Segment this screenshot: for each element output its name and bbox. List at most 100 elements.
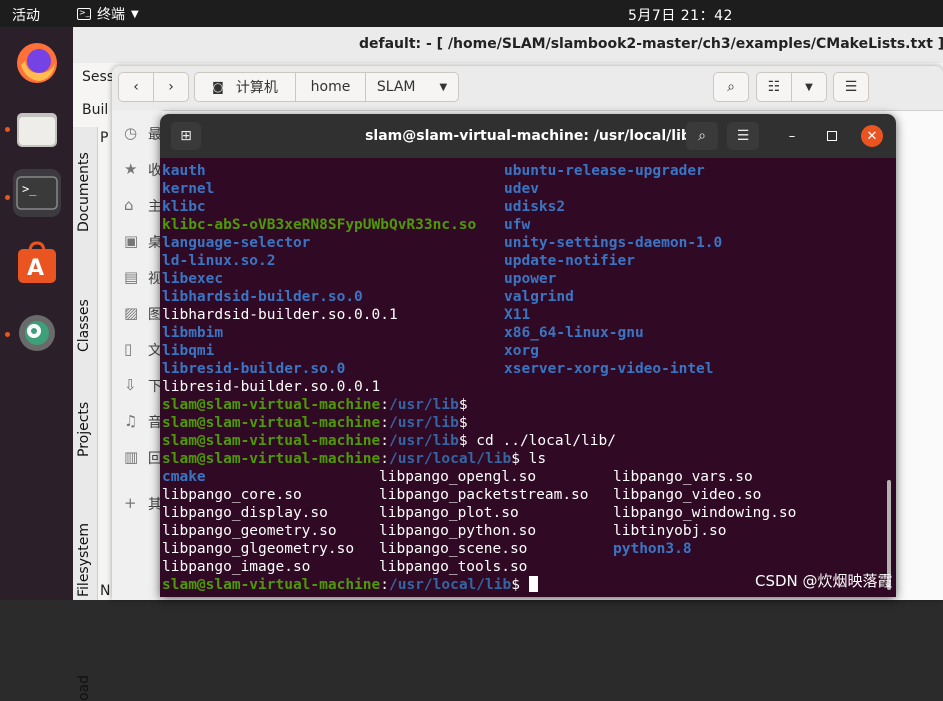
document-icon[interactable]: ▯ [124, 340, 132, 358]
prompt-sep: : [380, 415, 389, 431]
file-entry: libresid-builder.so.0 [162, 361, 346, 377]
ide-partial-n: N [100, 583, 111, 599]
output-line: libresid-builder.so.0 [162, 360, 345, 378]
output-line: libpango_display.so [162, 504, 328, 522]
recent-icon[interactable]: ◷ [124, 124, 137, 142]
file-entry: libqmi [162, 343, 215, 359]
star-icon[interactable]: ★ [124, 160, 137, 178]
files-icon[interactable] [13, 105, 61, 153]
prompt-path: /usr/local/lib [388, 451, 512, 467]
output-line: libqmi [162, 342, 214, 360]
breadcrumb-home[interactable]: home [295, 72, 366, 102]
output-line: libpango_plot.so [379, 504, 519, 522]
ide-title-bar[interactable]: default: - [ /home/SLAM/slambook2-master… [73, 27, 943, 63]
app-menu[interactable]: >_ 终端 ▼ [77, 4, 139, 24]
svg-text:A: A [27, 256, 44, 281]
maximize-icon [827, 131, 837, 141]
output-line: libpango_tools.so [379, 558, 527, 576]
prompt-sep: : [380, 397, 389, 413]
breadcrumb-computer[interactable]: ◙ 计算机 [194, 72, 296, 102]
back-button[interactable]: ‹ [118, 72, 154, 102]
output-line: libmbim [162, 324, 223, 342]
ide-title: default: - [ /home/SLAM/slambook2-master… [359, 36, 943, 52]
file-entry: x86_64-linux-gnu [504, 325, 644, 341]
output-line: x86_64-linux-gnu [504, 324, 644, 342]
music-icon[interactable]: ♫ [124, 412, 137, 430]
close-button[interactable]: ✕ [861, 125, 883, 147]
output-line: valgrind [504, 288, 574, 306]
file-entry: libpango_tools.so [379, 559, 528, 575]
close-icon: ✕ [866, 128, 878, 144]
file-entry: libpango_opengl.so [379, 469, 537, 485]
view-list-button[interactable]: ☷ [756, 72, 792, 102]
caret-down-icon: ▼ [439, 81, 448, 93]
vtab-projects[interactable]: Projects [76, 402, 92, 457]
file-entry: language-selector [162, 235, 311, 251]
terminal-output[interactable]: kauth kernel klibc klibc-abS-oVB3xeRN8SFypU… [160, 158, 896, 597]
download-icon[interactable]: ⇩ [124, 376, 137, 394]
trash-icon[interactable]: ▥ [124, 448, 138, 466]
terminal-header[interactable]: ⊞ slam@slam-virtual-machine: /usr/local/… [160, 114, 896, 158]
vtab-load[interactable]: oad [76, 675, 92, 701]
terminal-icon: >_ [77, 8, 91, 20]
desktop-icon[interactable]: ▣ [124, 232, 138, 250]
running-indicator [5, 127, 10, 132]
output-line: klibc-abS-oVB3xeRN8SFypUWbQvR33nc.so [162, 216, 476, 234]
output-line: libexec [162, 270, 223, 288]
ide-menu-session[interactable]: Sess [82, 69, 114, 85]
prompt-dollar: $ [458, 415, 468, 431]
firefox-icon[interactable] [13, 39, 61, 87]
chevron-left-icon: ‹ [133, 79, 139, 95]
settings-icon[interactable] [13, 309, 61, 357]
maximize-button[interactable] [821, 125, 843, 147]
output-line: ufw [504, 216, 530, 234]
output-line: ld-linux.so.2 [162, 252, 276, 270]
file-entry: upower [504, 271, 557, 287]
minimize-button[interactable]: – [781, 125, 803, 147]
prompt-line: slam@slam-virtual-machine:/usr/lib$ [162, 414, 468, 432]
output-line: ubuntu-release-upgrader [504, 162, 705, 180]
menu-button[interactable]: ☰ [727, 122, 759, 150]
home-icon[interactable]: ⌂ [124, 196, 134, 214]
file-entry: unity-settings-daemon-1.0 [504, 235, 723, 251]
vtab-filesystem[interactable]: Filesystem [76, 523, 92, 597]
file-entry: kernel [162, 181, 215, 197]
breadcrumb-slam[interactable]: SLAM ▼ [365, 72, 459, 102]
svg-text:>_: >_ [22, 182, 37, 196]
activities-button[interactable]: 活动 [12, 5, 40, 25]
file-entry: libhardsid-builder.so.0.0.1 [162, 307, 398, 323]
file-entry: xorg [504, 343, 539, 359]
picture-icon[interactable]: ▨ [124, 304, 138, 322]
output-line: python3.8 [613, 540, 692, 558]
hamburger-icon: ☰ [844, 79, 858, 95]
output-line: libpango_vars.so [613, 468, 753, 486]
software-icon[interactable]: A [13, 239, 61, 287]
search-icon: ⌕ [698, 128, 706, 144]
view-options-button[interactable]: ▼ [791, 72, 827, 102]
prompt-line: slam@slam-virtual-machine:/usr/local/lib… [162, 576, 538, 594]
file-entry: libexec [162, 271, 224, 287]
vtab-classes[interactable]: Classes [76, 299, 92, 352]
drive-icon: ◙ [212, 80, 224, 94]
file-entry: libpango_glgeometry.so [162, 541, 355, 557]
search-button[interactable]: ⌕ [713, 72, 749, 102]
file-entry: libpango_image.so [162, 559, 311, 575]
menu-button[interactable]: ☰ [833, 72, 869, 102]
file-entry: ufw [504, 217, 531, 233]
file-entry: cmake [162, 469, 206, 485]
output-line: libpango_opengl.so [379, 468, 536, 486]
vtab-documents[interactable]: Documents [76, 152, 92, 232]
file-entry: X11 [504, 307, 531, 323]
terminal-icon[interactable]: >_ [13, 169, 61, 217]
clock[interactable]: 5月7日 21：42 [628, 5, 733, 25]
file-manager-sidebar: ◷ 最 ★ 收 ⌂ 主 ▣ 桌 ▤ 视 ▨ 图 ▯ 文 ⇩ 下 ♫ 音 ▥ 回 … [112, 110, 162, 600]
ide-menu-build[interactable]: Buil [82, 102, 108, 118]
file-entry: klibc [162, 199, 206, 215]
search-button[interactable]: ⌕ [686, 122, 718, 150]
output-line: libpango_image.so [162, 558, 310, 576]
file-entry: libpango_packetstream.so [379, 487, 589, 503]
video-icon[interactable]: ▤ [124, 268, 138, 286]
output-line: libpango_python.so [379, 522, 536, 540]
plus-icon[interactable]: + [124, 494, 137, 512]
forward-button[interactable]: › [153, 72, 189, 102]
